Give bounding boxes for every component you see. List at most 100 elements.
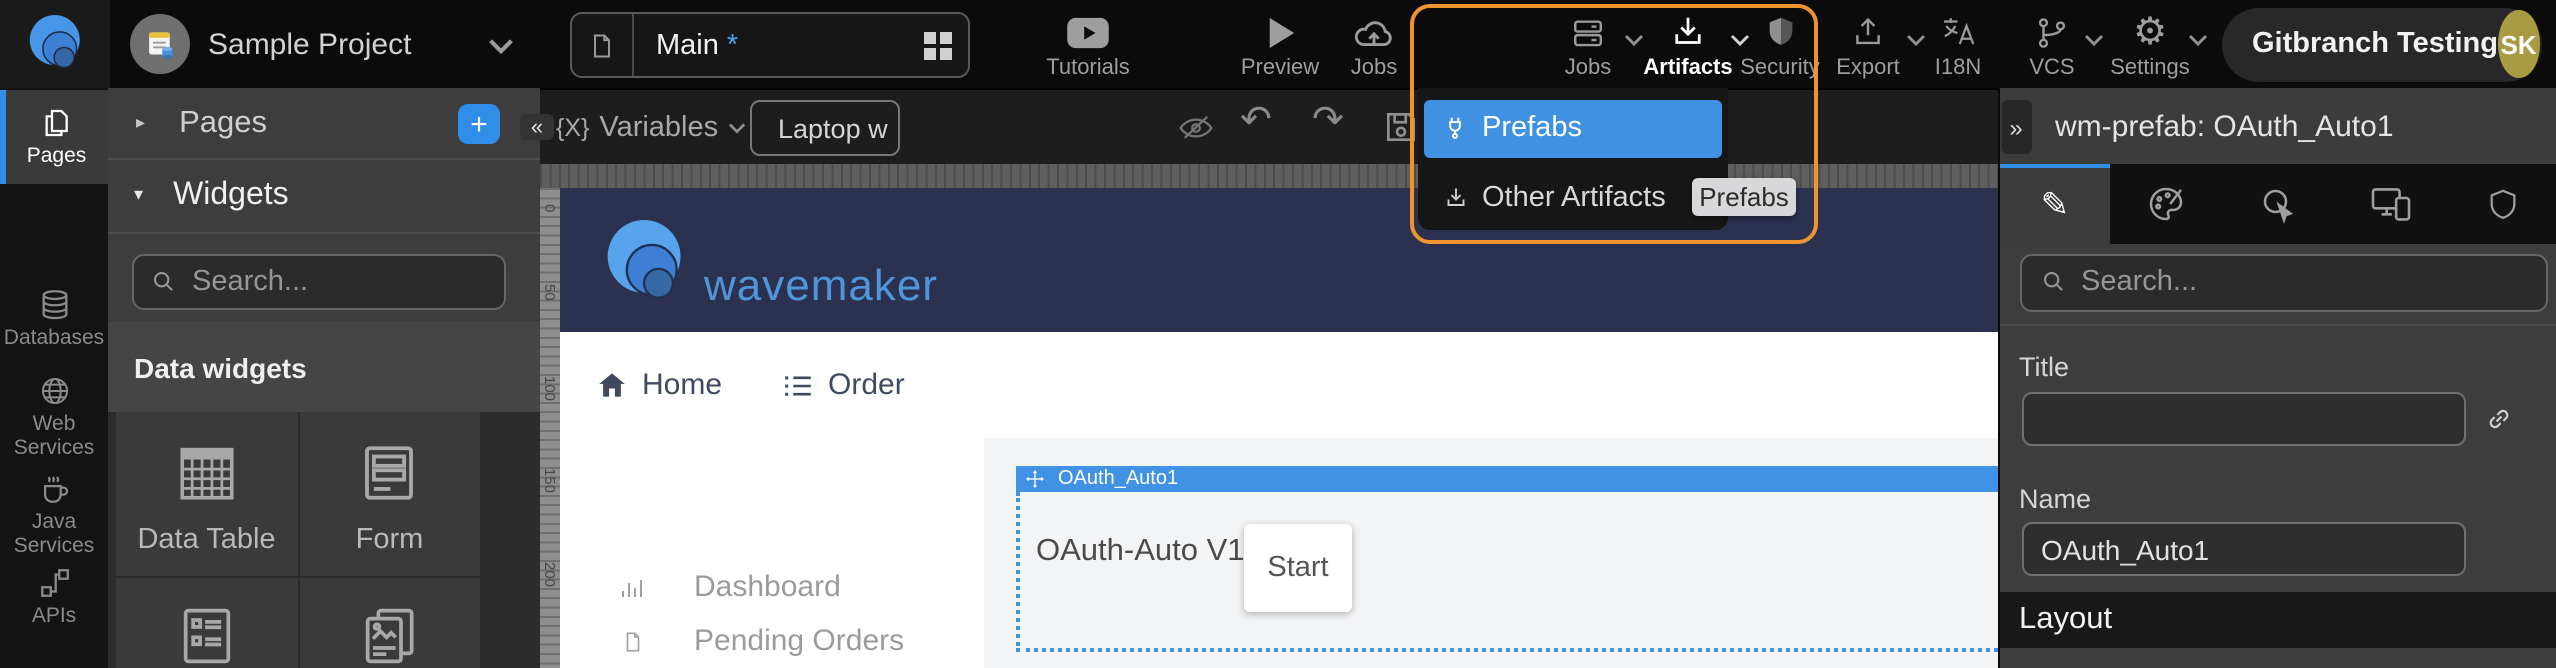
variables-icon: {X} xyxy=(556,114,589,142)
topbar-item-artifacts[interactable]: Artifacts xyxy=(1640,0,1736,88)
deploy-cloud-upload-icon xyxy=(1350,14,1398,50)
selected-widget-name: OAuth_Auto1 xyxy=(1058,467,1178,489)
rail-item-web-services[interactable]: Web Services xyxy=(0,374,108,460)
project-name[interactable]: Sample Project xyxy=(208,0,411,88)
topbar-item-security[interactable]: Security xyxy=(1732,0,1828,88)
wavemaker-studio: Sample Project Main * Tutorials Preview … xyxy=(0,0,2556,668)
dashboard-chart-icon xyxy=(620,575,644,599)
variables-dropdown[interactable]: {X} Variables xyxy=(556,90,746,166)
start-button[interactable]: Start xyxy=(1244,523,1352,611)
variables-chevron-down-icon xyxy=(728,122,746,134)
topbar-item-jobs[interactable]: Jobs xyxy=(1544,0,1632,88)
i18n-translate-icon xyxy=(1937,14,1979,50)
page-tab-main[interactable]: Main * xyxy=(570,12,970,78)
selected-widget-bar[interactable]: OAuth_Auto1 xyxy=(1016,465,1997,491)
name-field[interactable] xyxy=(2021,522,2465,576)
prefab-heading: OAuth-Auto V1 xyxy=(1036,533,1245,569)
artifacts-dropdown-menu: Prefabs Other Artifacts xyxy=(1418,88,1728,230)
widget-tile-data-table[interactable]: Data Table xyxy=(116,412,297,575)
rail-item-java-services[interactable]: Java Services xyxy=(0,472,108,558)
prefabs-tooltip: Prefabs xyxy=(1692,177,1796,215)
title-field[interactable] xyxy=(2021,392,2465,446)
section-layout[interactable]: Layout xyxy=(1999,592,2556,648)
devices-icon xyxy=(2369,186,2411,222)
avatar[interactable]: SK xyxy=(2498,10,2539,78)
project-chevron-down-icon[interactable] xyxy=(488,38,514,54)
cards-icon xyxy=(357,604,423,668)
hide-eye-slash-icon[interactable] xyxy=(1178,114,1214,142)
user-menu[interactable]: Gitbranch Testing SK xyxy=(2222,7,2542,81)
wavemaker-logo[interactable] xyxy=(0,0,110,88)
title-field-label: Title xyxy=(2019,352,2069,382)
device-preview-button[interactable]: Laptop w xyxy=(750,100,900,156)
interaction-magnifier-cursor-icon xyxy=(2258,184,2298,224)
rail-item-databases[interactable]: Databases xyxy=(0,288,108,351)
nav-order[interactable]: Order xyxy=(784,332,905,438)
prefab-widget-body[interactable]: OAuth-Auto V1 Start xyxy=(1016,491,1997,652)
widget-tile-form[interactable]: Form xyxy=(299,412,480,575)
widgets-section-header[interactable]: ▾ Widgets xyxy=(108,158,540,232)
topbar-item-settings[interactable]: ⚙ Settings xyxy=(2100,0,2200,88)
menu-item-dashboard[interactable]: Dashboard xyxy=(620,570,841,604)
tab-devices[interactable] xyxy=(2334,164,2446,244)
pages-collapse-triangle-icon: ▸ xyxy=(136,112,145,134)
widgets-expand-triangle-icon: ▾ xyxy=(134,184,143,206)
app-nav: Home Order xyxy=(560,332,1997,440)
settings-gear-icon: ⚙ xyxy=(2133,14,2167,50)
security-shield-icon xyxy=(1763,14,1797,50)
tab-divider xyxy=(632,14,634,76)
tab-properties[interactable]: ✎ xyxy=(1999,164,2111,243)
left-rail: Pages Databases Web Services Java Servic… xyxy=(0,88,108,668)
collapse-panel-button[interactable]: « xyxy=(520,114,554,140)
topbar-item-tutorials[interactable]: Tutorials xyxy=(1036,0,1140,88)
search-placeholder: Search... xyxy=(192,265,308,297)
menu-item-other-artifacts[interactable]: Other Artifacts xyxy=(1424,172,1722,224)
search-placeholder: Search... xyxy=(2081,266,2197,298)
palette-icon xyxy=(2147,184,2187,224)
expand-panel-button[interactable]: » xyxy=(2001,100,2031,154)
tab-styles[interactable] xyxy=(2111,164,2223,244)
jobs-server-icon xyxy=(1568,16,1608,50)
prefab-plug-icon xyxy=(1442,113,1468,145)
app-brand-text: wavemaker xyxy=(704,260,938,312)
move-icon[interactable] xyxy=(1026,469,1044,487)
app-side-menu: Dashboard Pending Orders xyxy=(560,438,986,668)
shield-outline-icon xyxy=(2485,185,2519,223)
bind-link-icon[interactable] xyxy=(2483,404,2513,434)
topbar-item-export[interactable]: Export xyxy=(1822,0,1914,88)
project-icon[interactable] xyxy=(130,14,190,74)
web-services-globe-icon xyxy=(37,374,71,408)
branch-name: Gitbranch Testing xyxy=(2252,28,2498,60)
tab-security[interactable] xyxy=(2446,164,2556,244)
app-content-area: OAuth_Auto1 OAuth-Auto V1 Start xyxy=(984,438,1997,668)
menu-item-pending-orders[interactable]: Pending Orders xyxy=(622,624,904,658)
properties-title: wm-prefab: OAuth_Auto1 xyxy=(2055,109,2394,143)
properties-search-field[interactable]: Search... xyxy=(2019,253,2547,311)
redo-icon[interactable]: ↷ xyxy=(1312,102,1344,140)
topbar-item-vcs[interactable]: VCS xyxy=(2016,0,2088,88)
widget-tile-list[interactable] xyxy=(116,578,297,668)
pending-orders-doc-icon xyxy=(622,627,644,655)
add-page-button[interactable]: + xyxy=(458,104,500,144)
nav-home[interactable]: Home xyxy=(598,332,722,438)
topbar-item-deploy[interactable]: Jobs xyxy=(1330,0,1418,88)
top-bar: Sample Project Main * Tutorials Preview … xyxy=(0,0,2556,88)
search-icon xyxy=(2039,268,2067,296)
menu-item-prefabs[interactable]: Prefabs xyxy=(1424,99,1722,158)
tab-events[interactable] xyxy=(2223,164,2335,244)
app-wave-logo-icon xyxy=(600,214,692,318)
undo-icon[interactable]: ↶ xyxy=(1240,102,1272,140)
topbar-item-i18n[interactable]: I18N xyxy=(1920,0,1996,88)
widget-tile-cards[interactable] xyxy=(299,578,480,668)
rail-item-pages[interactable]: Pages xyxy=(0,90,107,184)
rail-item-apis[interactable]: APIs xyxy=(0,566,108,629)
tutorials-youtube-icon xyxy=(1064,16,1112,50)
save-icon[interactable] xyxy=(1382,108,1420,146)
widget-search-field[interactable]: Search... xyxy=(132,253,506,309)
settings-chevron-down-icon xyxy=(2188,34,2208,46)
topbar-item-preview[interactable]: Preview xyxy=(1234,0,1326,88)
name-field-label: Name xyxy=(2019,484,2091,514)
list-icon xyxy=(174,604,240,668)
apis-icon xyxy=(37,566,71,600)
pages-grid-icon[interactable] xyxy=(924,31,952,59)
